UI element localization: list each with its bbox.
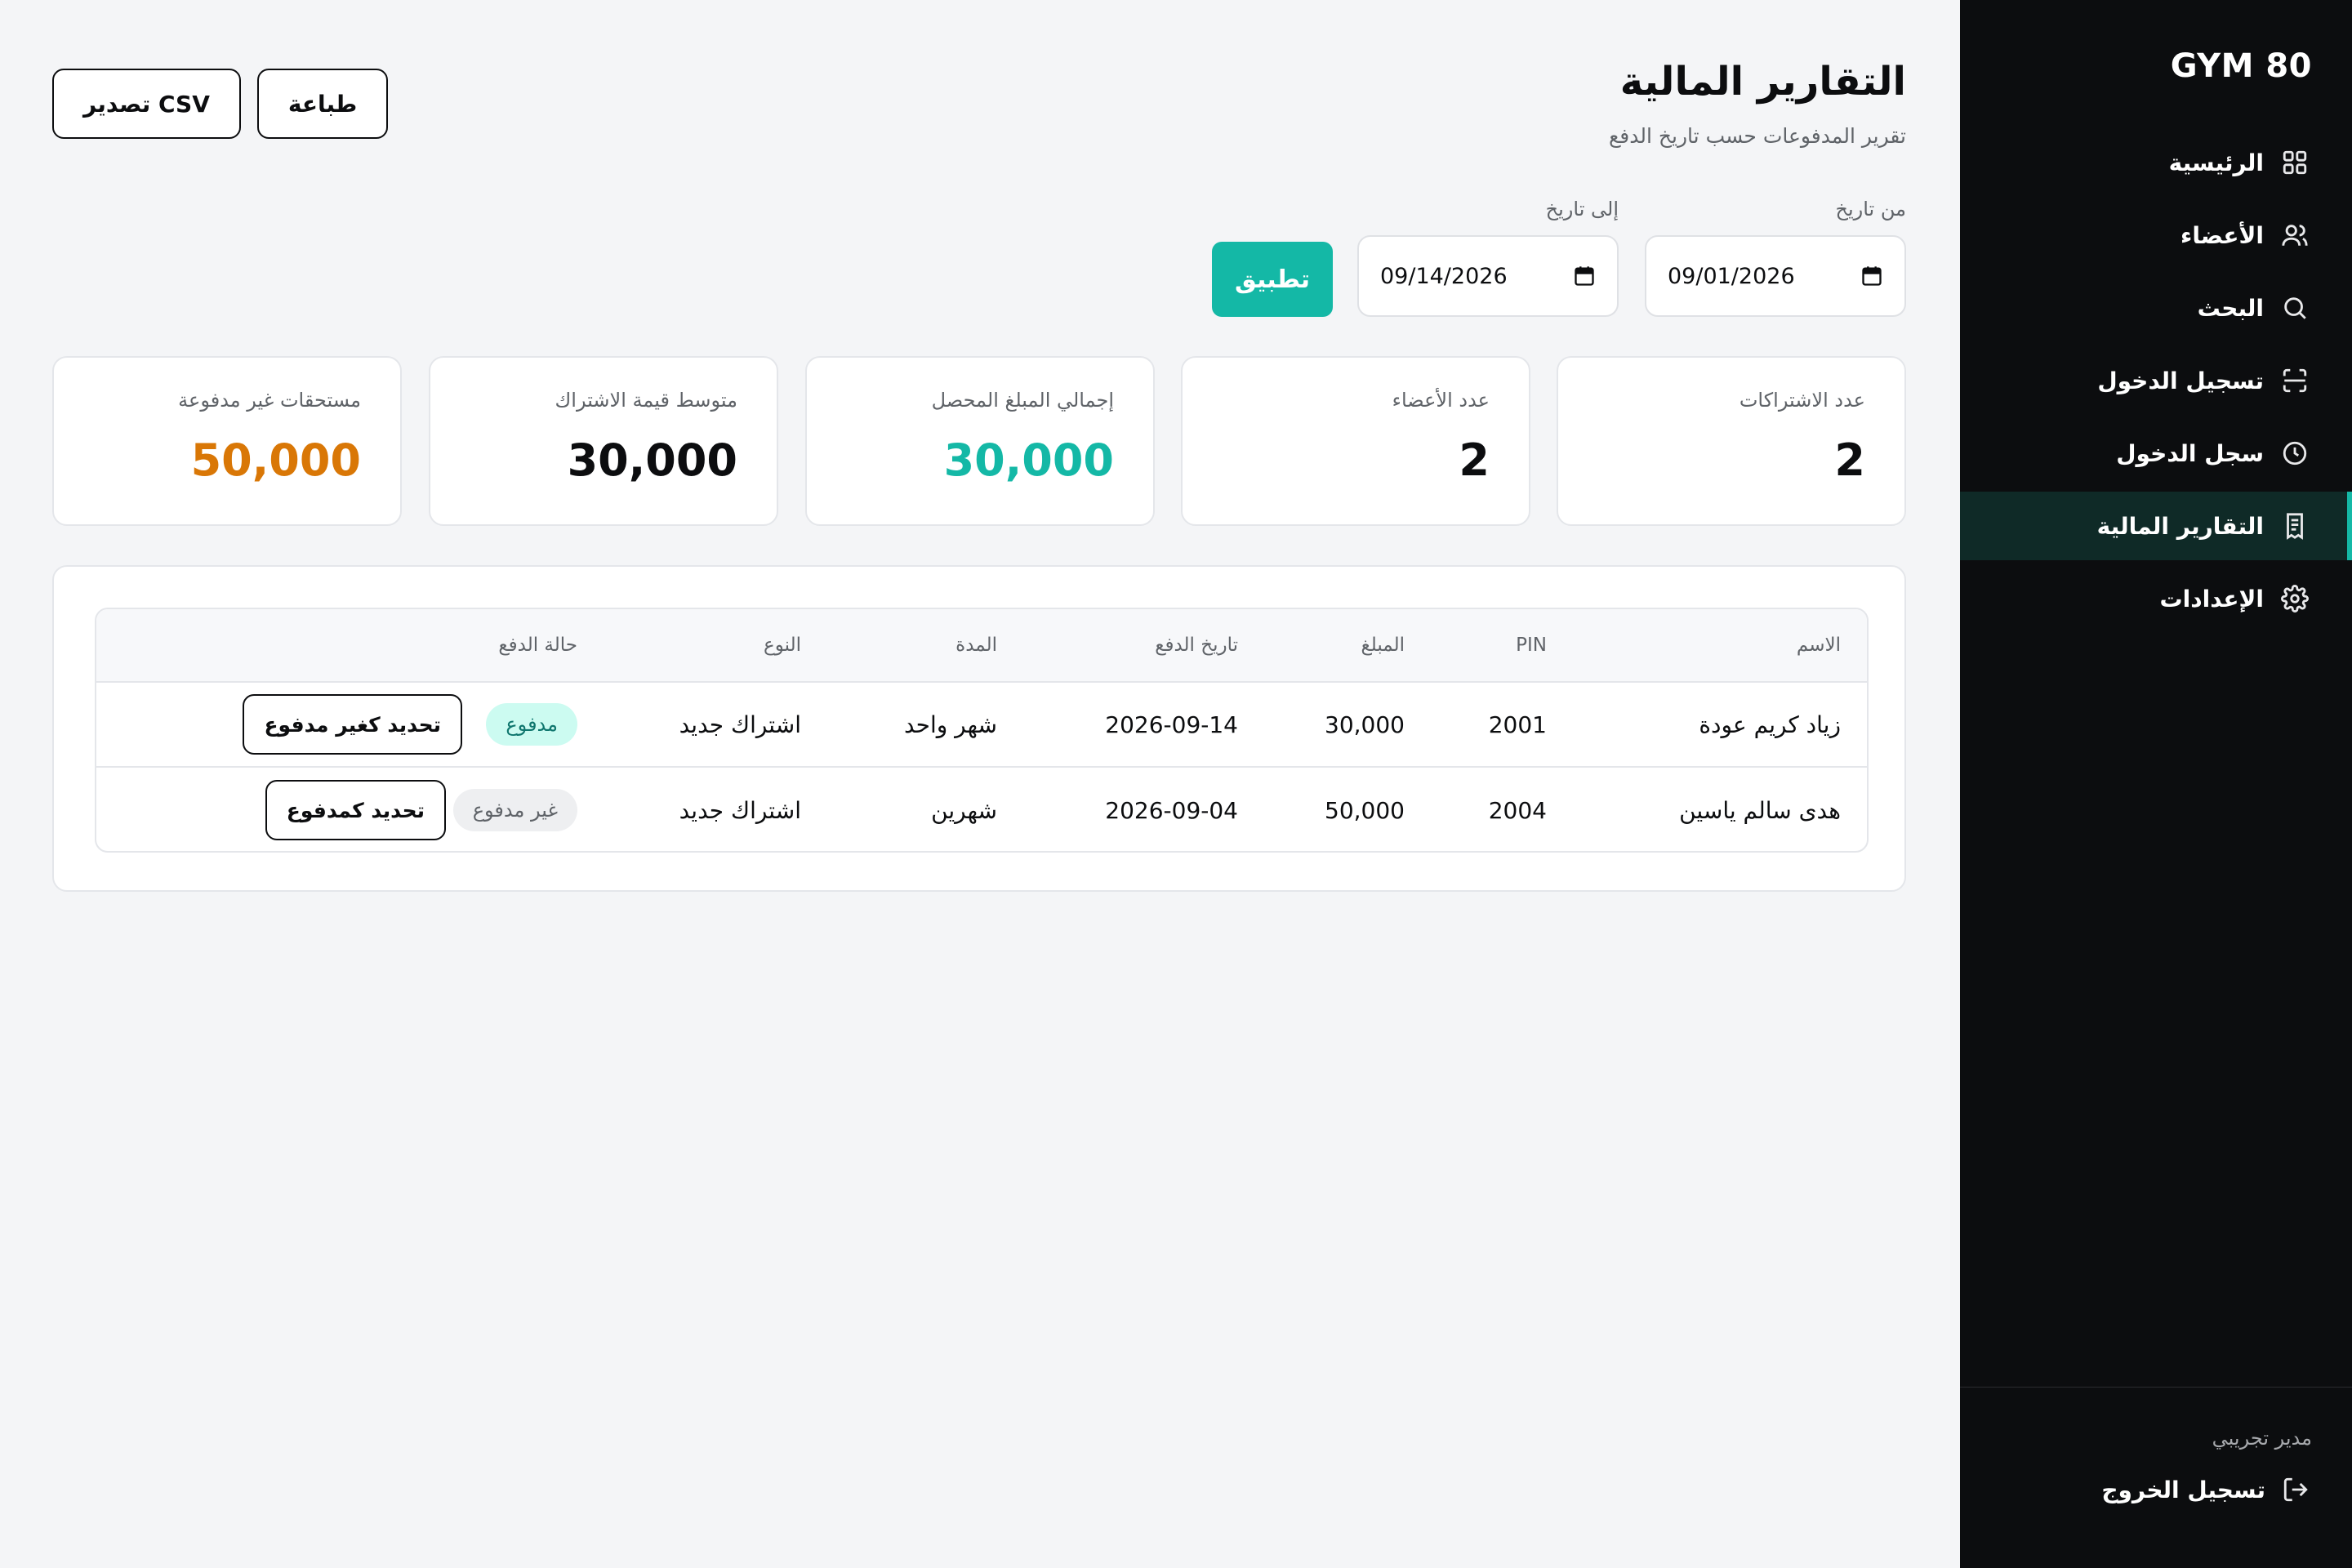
cell-duration: شهرين <box>931 796 997 824</box>
cell-pin: 2001 <box>1488 710 1547 738</box>
payments-panel: الاسم PIN المبلغ تاريخ الدفع المدة النوع… <box>52 565 1906 892</box>
kpi-label: متوسط قيمة الاشتراك <box>555 389 738 412</box>
main-content: التقارير المالية تقرير المدفوعات حسب تار… <box>0 0 1960 1568</box>
current-user-name: مدير تجريبي <box>2212 1427 2312 1450</box>
sidebar-item-label: التقارير المالية <box>2096 512 2264 540</box>
from-date-label: من تاريخ <box>1835 198 1906 220</box>
table-row: زياد كريم عودة 2001 30,000 2026-09-14 شه… <box>96 683 1867 768</box>
mark-unpaid-button[interactable]: تحديد كغير مدفوع <box>243 694 462 755</box>
sidebar-item-search[interactable]: البحث <box>1960 274 2352 342</box>
page-subtitle: تقرير المدفوعات حسب تاريخ الدفع <box>1608 124 1906 148</box>
to-date-value: 09/14/2026 <box>1380 263 1508 289</box>
table-row: هدى سالم ياسين 2004 50,000 2026-09-04 شه… <box>96 768 1867 851</box>
sidebar-item-checkin[interactable]: تسجيل الدخول <box>1960 346 2352 415</box>
logout-button[interactable]: تسجيل الخروج <box>2101 1476 2310 1503</box>
table-header: الاسم PIN المبلغ تاريخ الدفع المدة النوع… <box>96 609 1867 683</box>
cell-pin: 2004 <box>1488 796 1547 824</box>
kpi-label: مستحقات غير مدفوعة <box>178 389 361 412</box>
calendar-icon[interactable] <box>1573 265 1596 287</box>
kpi-value: 2 <box>1459 434 1490 486</box>
sidebar-item-label: البحث <box>2197 294 2264 322</box>
sidebar-item-home[interactable]: الرئيسية <box>1960 128 2352 197</box>
kpi-label: إجمالي المبلغ المحصل <box>931 389 1114 412</box>
sidebar-item-checkin-log[interactable]: سجل الدخول <box>1960 419 2352 488</box>
sidebar-item-label: سجل الدخول <box>2116 439 2264 467</box>
sidebar-item-settings[interactable]: الإعدادات <box>1960 564 2352 633</box>
kpi-label: عدد الاشتراكات <box>1739 389 1865 412</box>
cell-type: اشتراك جديد <box>679 796 801 824</box>
header-name: الاسم <box>1796 635 1841 656</box>
mark-paid-button[interactable]: تحديد كمدفوع <box>265 780 446 840</box>
users-icon <box>2280 220 2310 250</box>
status-badge: غير مدفوع <box>452 789 577 831</box>
to-date-input[interactable]: 09/14/2026 <box>1357 235 1619 317</box>
to-date-label: إلى تاريخ <box>1545 198 1619 220</box>
sidebar-nav: الرئيسية الأعضاء البحث تسجيل الدخول سجل … <box>1960 128 2352 637</box>
sidebar-item-label: الرئيسية <box>2168 149 2264 176</box>
cell-amount: 50,000 <box>1325 796 1405 824</box>
sidebar-item-label: تسجيل الدخول <box>2097 367 2264 394</box>
gear-icon <box>2280 584 2310 613</box>
status-badge: مدفوع <box>486 703 577 746</box>
header-type: النوع <box>764 635 801 656</box>
kpi-cards: عدد الاشتراكات 2 عدد الأعضاء 2 إجمالي ال… <box>52 356 1906 526</box>
kpi-label: عدد الأعضاء <box>1392 389 1490 412</box>
sidebar-item-financial-reports[interactable]: التقارير المالية <box>1960 492 2352 560</box>
print-button[interactable]: طباعة <box>256 69 389 139</box>
page-title: التقارير المالية <box>1619 59 1906 105</box>
payments-table: الاسم PIN المبلغ تاريخ الدفع المدة النوع… <box>95 608 1869 853</box>
from-date-value: 09/01/2026 <box>1668 263 1795 289</box>
kpi-value: 50,000 <box>190 434 361 486</box>
cell-type: اشتراك جديد <box>679 710 801 738</box>
header-pin: PIN <box>1516 635 1547 656</box>
cell-action: تحديد كغير مدفوع <box>243 683 462 766</box>
sidebar-footer: مدير تجريبي تسجيل الخروج <box>1960 1387 2352 1568</box>
from-date-input[interactable]: 09/01/2026 <box>1645 235 1906 317</box>
export-csv-button[interactable]: تصدير CSV <box>52 69 241 139</box>
kpi-value: 30,000 <box>943 434 1114 486</box>
brand-logo: GYM 80 <box>2170 47 2312 85</box>
sidebar-item-label: الأعضاء <box>2180 221 2264 249</box>
header-amount: المبلغ <box>1361 635 1405 656</box>
cell-name: هدى سالم ياسين <box>1679 796 1841 824</box>
cell-status: غير مدفوع <box>452 768 577 851</box>
kpi-value: 30,000 <box>567 434 737 486</box>
kpi-card-members: عدد الأعضاء 2 <box>1181 356 1530 526</box>
logout-icon <box>2283 1477 2308 1502</box>
kpi-value: 2 <box>1834 434 1865 486</box>
cell-duration: شهر واحد <box>903 710 997 738</box>
apply-filter-button[interactable]: تطبيق <box>1212 242 1333 317</box>
header-duration: المدة <box>956 635 997 656</box>
header-status: حالة الدفع <box>498 635 577 656</box>
search-icon <box>2280 293 2310 323</box>
sidebar-item-label: الإعدادات <box>2159 585 2264 612</box>
grid-icon <box>2280 148 2310 177</box>
cell-amount: 30,000 <box>1325 710 1405 738</box>
cell-name: زياد كريم عودة <box>1699 710 1841 738</box>
sidebar-item-members[interactable]: الأعضاء <box>1960 201 2352 270</box>
cell-action: تحديد كمدفوع <box>265 768 446 851</box>
kpi-card-subscriptions: عدد الاشتراكات 2 <box>1557 356 1906 526</box>
clock-icon <box>2280 439 2310 468</box>
receipt-icon <box>2280 511 2310 541</box>
kpi-card-collected: إجمالي المبلغ المحصل 30,000 <box>805 356 1155 526</box>
cell-date: 2026-09-14 <box>1105 710 1238 738</box>
sidebar: GYM 80 الرئيسية الأعضاء البحث تسجيل الدخ… <box>1960 0 2352 1568</box>
cell-date: 2026-09-04 <box>1105 796 1238 824</box>
logout-label: تسجيل الخروج <box>2101 1476 2265 1503</box>
cell-status: مدفوع <box>486 683 577 766</box>
top-actions: تصدير CSV طباعة <box>52 69 389 139</box>
scan-icon <box>2280 366 2310 395</box>
app-root: التقارير المالية تقرير المدفوعات حسب تار… <box>0 0 2352 1568</box>
kpi-card-average: متوسط قيمة الاشتراك 30,000 <box>429 356 778 526</box>
header-date: تاريخ الدفع <box>1155 635 1238 656</box>
calendar-icon[interactable] <box>1860 265 1883 287</box>
kpi-card-unpaid: مستحقات غير مدفوعة 50,000 <box>52 356 402 526</box>
